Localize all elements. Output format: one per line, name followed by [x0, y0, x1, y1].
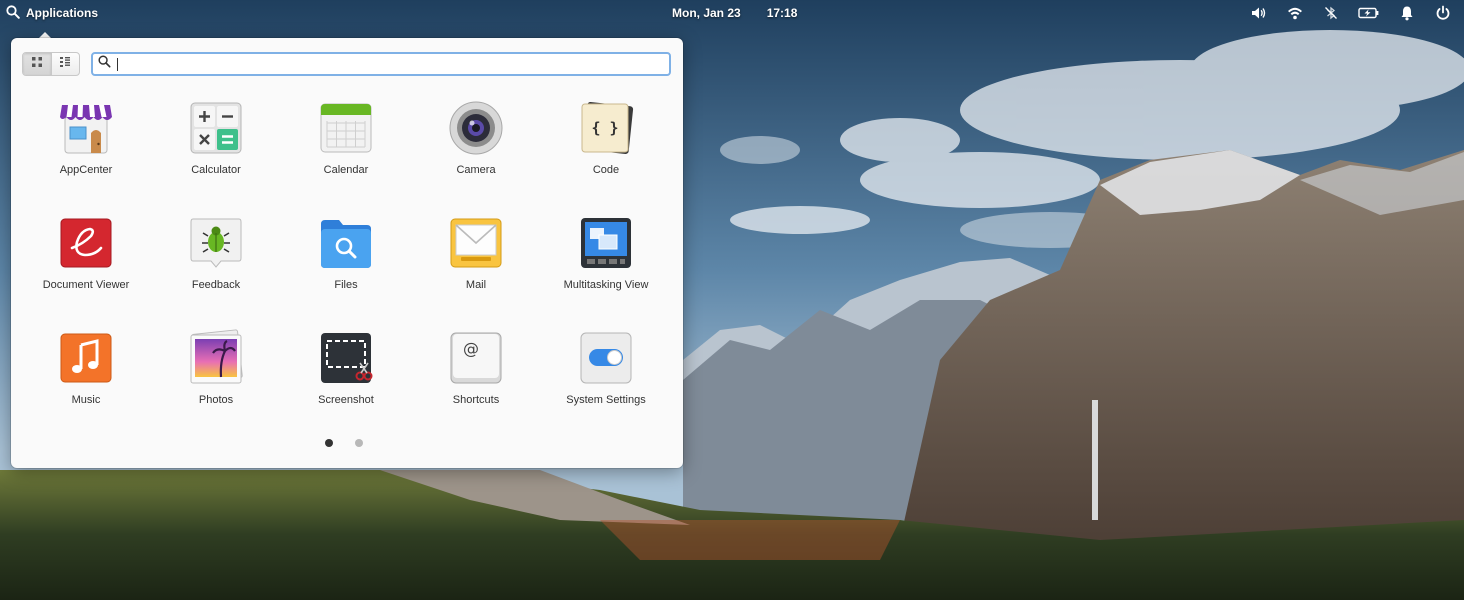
applications-label: Applications: [26, 6, 99, 20]
svg-text:@: @: [463, 339, 479, 358]
app-shortcuts[interactable]: @ Shortcuts: [411, 326, 541, 441]
app-label: Camera: [456, 164, 496, 176]
app-label: Mail: [465, 279, 487, 291]
app-label: Photos: [198, 394, 234, 406]
calendar-icon: [317, 99, 375, 157]
time-text: 17:18: [766, 6, 798, 20]
app-label: Files: [334, 279, 358, 291]
bluetooth-off-icon[interactable]: [1322, 4, 1340, 22]
app-label: Calculator: [191, 164, 241, 176]
app-label: System Settings: [566, 394, 646, 406]
search-input[interactable]: [124, 55, 669, 73]
app-label: Feedback: [191, 279, 241, 291]
app-label: Calendar: [323, 164, 369, 176]
app-system-settings[interactable]: System Settings: [541, 326, 671, 441]
app-label: Multitasking View: [563, 279, 649, 291]
page-dot-2[interactable]: [355, 439, 363, 447]
grid-view-button[interactable]: [23, 53, 51, 75]
battery-charging-icon[interactable]: [1358, 4, 1380, 22]
music-icon: [57, 329, 115, 387]
files-icon: [317, 214, 375, 272]
search-icon: [6, 4, 20, 22]
code-icon: { }: [577, 99, 635, 157]
app-grid: AppCenter Calculator Calendar Camera {}…: [21, 96, 671, 441]
app-label: Document Viewer: [42, 279, 130, 291]
top-panel: Applications Mon, Jan 23 17:18: [0, 0, 1464, 26]
search-field[interactable]: [91, 52, 671, 76]
view-mode-switcher: [22, 52, 80, 76]
volume-icon[interactable]: [1250, 4, 1268, 22]
grid-view-icon: [31, 55, 43, 73]
text-caret: [117, 57, 118, 71]
document-viewer-icon: [57, 214, 115, 272]
category-view-icon: [59, 55, 71, 73]
indicator-area: [1250, 0, 1452, 26]
app-document-viewer[interactable]: Document Viewer: [21, 211, 151, 326]
svg-text:{ }: { }: [591, 119, 618, 137]
feedback-icon: [187, 214, 245, 272]
app-appcenter[interactable]: AppCenter: [21, 96, 151, 211]
date-text: Mon, Jan 23: [672, 6, 741, 20]
notifications-icon[interactable]: [1398, 4, 1416, 22]
applications-menu: AppCenter Calculator Calendar Camera {}…: [11, 38, 683, 468]
photos-icon: [187, 329, 245, 387]
app-camera[interactable]: Camera: [411, 96, 541, 211]
app-code[interactable]: { } Code: [541, 96, 671, 211]
applications-menu-button[interactable]: Applications: [6, 0, 98, 26]
search-icon: [98, 55, 111, 73]
app-files[interactable]: Files: [281, 211, 411, 326]
app-calculator[interactable]: Calculator: [151, 96, 281, 211]
screenshot-icon: [317, 329, 375, 387]
app-label: Shortcuts: [452, 394, 500, 406]
system-settings-icon: [577, 329, 635, 387]
app-label: AppCenter: [59, 164, 113, 176]
app-feedback[interactable]: Feedback: [151, 211, 281, 326]
shortcuts-icon: @: [447, 329, 505, 387]
page-indicator: [325, 439, 363, 447]
camera-icon: [447, 99, 505, 157]
calculator-icon: [187, 99, 245, 157]
app-screenshot[interactable]: Screenshot: [281, 326, 411, 441]
wifi-icon[interactable]: [1286, 4, 1304, 22]
category-view-button[interactable]: [50, 53, 80, 75]
app-music[interactable]: Music: [21, 326, 151, 441]
page-dot-1[interactable]: [325, 439, 333, 447]
app-label: Screenshot: [318, 394, 374, 406]
appcenter-icon: [57, 99, 115, 157]
app-label: Code: [592, 164, 620, 176]
datetime-indicator[interactable]: Mon, Jan 23 17:18: [672, 0, 797, 26]
app-multitasking-view[interactable]: Multitasking View: [541, 211, 671, 326]
multitasking-view-icon: [577, 214, 635, 272]
app-calendar[interactable]: Calendar: [281, 96, 411, 211]
app-photos[interactable]: Photos: [151, 326, 281, 441]
app-label: Music: [71, 394, 101, 406]
mail-icon: [447, 214, 505, 272]
power-icon[interactable]: [1434, 4, 1452, 22]
app-mail[interactable]: Mail: [411, 211, 541, 326]
